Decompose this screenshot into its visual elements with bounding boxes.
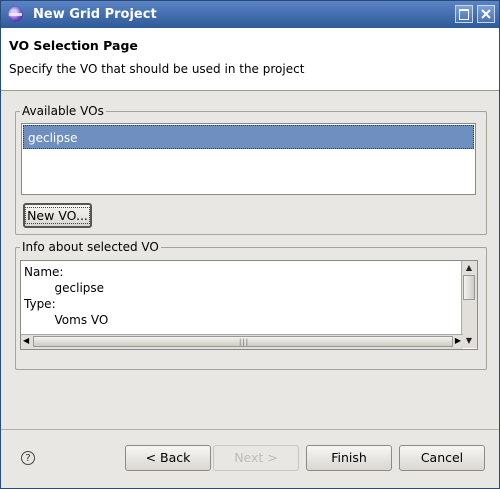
page-description: Specify the VO that should be used in th…	[9, 62, 305, 76]
scroll-right-icon[interactable]: ▶	[455, 336, 461, 345]
info-line: geclipse	[54, 281, 105, 295]
next-button: Next >	[213, 445, 299, 471]
cancel-button[interactable]: Cancel	[399, 445, 485, 471]
scroll-left-icon[interactable]: ◀	[23, 336, 29, 345]
horizontal-scroll-thumb[interactable]: |||	[33, 336, 453, 347]
vo-info-content: Name: geclipse Type: Voms VO	[24, 264, 108, 328]
new-grid-project-dialog: New Grid Project VO Selection Page Speci…	[0, 0, 500, 489]
vertical-scrollbar[interactable]: ▲ ▼	[461, 261, 477, 348]
available-vos-label: Available VOs	[20, 104, 106, 118]
vo-list[interactable]: geclipse	[21, 123, 476, 195]
page-header: VO Selection Page Specify the VO that sh…	[1, 28, 499, 91]
info-line: Name:	[24, 265, 64, 279]
vo-info-group: Info about selected VO Name: geclipse Ty…	[15, 240, 487, 370]
eclipse-app-icon	[8, 7, 23, 22]
page-title: VO Selection Page	[9, 38, 138, 53]
title-bar[interactable]: New Grid Project	[1, 1, 499, 28]
help-icon[interactable]: ?	[21, 451, 35, 465]
new-vo-button-label: New VO...	[25, 207, 90, 224]
close-icon[interactable]	[477, 5, 495, 23]
window-title: New Grid Project	[33, 7, 157, 22]
grip-icon: |||	[239, 338, 250, 346]
info-line: Voms VO	[54, 313, 109, 327]
back-button[interactable]: < Back	[125, 445, 211, 471]
horizontal-scrollbar[interactable]: ◀ ||| ▶	[21, 334, 463, 349]
new-vo-button[interactable]: New VO...	[23, 203, 92, 228]
maximize-icon[interactable]	[455, 5, 473, 23]
scroll-down-icon[interactable]: ▼	[463, 335, 475, 347]
footer-separator	[1, 429, 499, 430]
info-line: Type:	[24, 297, 56, 311]
vo-info-label: Info about selected VO	[20, 240, 161, 254]
vo-info-text-area[interactable]: Name: geclipse Type: Voms VO ▲ ▼ ◀ ||| ▶	[20, 260, 478, 350]
scroll-up-icon[interactable]: ▲	[463, 262, 475, 274]
finish-button[interactable]: Finish	[306, 445, 392, 471]
available-vos-group: Available VOs geclipse New VO...	[15, 104, 487, 235]
vertical-scroll-thumb[interactable]	[463, 275, 475, 300]
vo-list-item-geclipse[interactable]: geclipse	[23, 125, 474, 149]
